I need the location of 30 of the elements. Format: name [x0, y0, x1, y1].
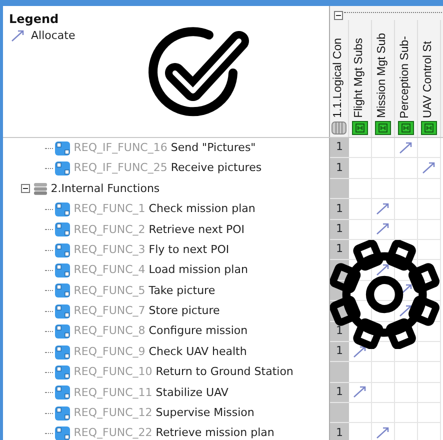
group-label: 2.Internal Functions — [50, 180, 160, 197]
requirement-label: REQ_FUNC_9 Check UAV health — [74, 344, 247, 360]
column-header: Perception Sub- — [398, 36, 412, 118]
requirement-label: REQ_FUNC_2 Retrieve next POI — [74, 222, 245, 238]
column-header: Flight Mgt Subs — [352, 38, 366, 118]
column-header: Mission Mgt Sub — [375, 32, 390, 118]
requirement-label: REQ_FUNC_10 Return to Ground Station — [74, 364, 294, 380]
column-header: UAV Control St — [421, 40, 436, 118]
column-header: 1.1.Logical Con — [331, 38, 346, 118]
requirement-label: REQ_FUNC_1 Check mission plan — [74, 201, 256, 218]
requirement-label: REQ_FUNC_12 Supervise Mission — [74, 405, 254, 422]
count-cell: 1 — [330, 138, 349, 158]
count-cell: 1 — [330, 342, 349, 362]
count-cell: 1 — [330, 158, 349, 179]
count-cell: 1 — [330, 199, 349, 220]
requirement-label: REQ_FUNC_11 Stabilize UAV — [74, 384, 228, 401]
requirement-label: REQ_IF_FUNC_16 Send "Pictures" — [74, 140, 256, 156]
requirement-label: REQ_FUNC_4 Load mission plan — [74, 262, 248, 278]
count-cell: 1 — [330, 423, 349, 440]
requirement-label: REQ_FUNC_7 Store picture — [74, 303, 220, 320]
legend-title: Legend — [9, 11, 60, 28]
requirement-label: REQ_FUNC_5 Take picture — [74, 282, 216, 299]
count-cell: 1 — [330, 240, 349, 260]
requirement-label: REQ_FUNC_22 Retrieve mission plan — [74, 425, 274, 440]
requirement-label: REQ_IF_FUNC_25 Receive pictures — [74, 160, 262, 176]
requirement-label: REQ_FUNC_3 Fly to next POI — [74, 242, 230, 258]
requirement-label: REQ_FUNC_8 Configure mission — [74, 323, 248, 340]
count-cell: 1 — [330, 220, 349, 240]
legend-label: Allocate — [31, 28, 76, 44]
count-cell: 1 — [330, 382, 349, 404]
